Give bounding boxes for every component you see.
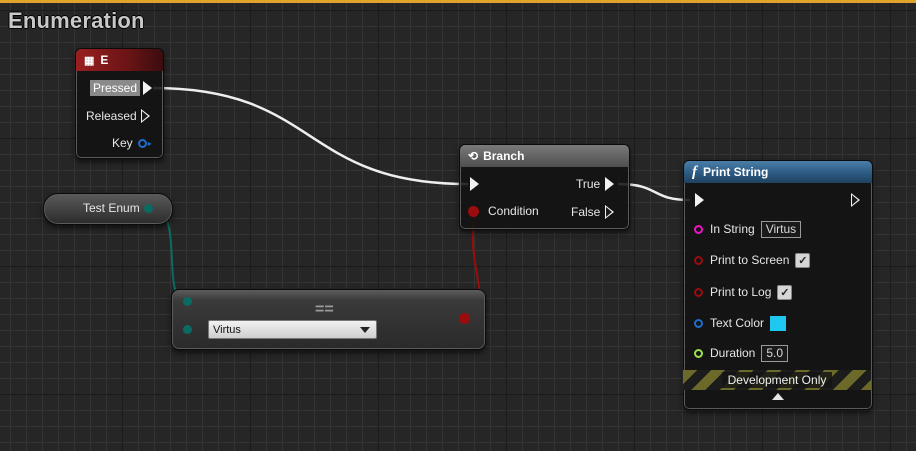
duration-pin[interactable] (694, 348, 703, 358)
print-exec-in-pin[interactable] (695, 193, 704, 207)
keyboard-icon: ▦ (84, 54, 95, 67)
released-pin-row[interactable]: Released (86, 107, 150, 125)
branch-header[interactable]: ⟲ Branch (460, 145, 629, 167)
branch-true-label: True (576, 177, 601, 191)
wire-pressed-to-branch[interactable] (152, 86, 469, 186)
equals-result-pin[interactable] (459, 313, 470, 324)
text-color-row[interactable]: Text Color (694, 314, 787, 332)
function-icon: f (692, 163, 697, 180)
branch-title: Branch (483, 149, 525, 163)
key-event-header[interactable]: ▦ E (76, 49, 163, 71)
dropdown-arrow-icon (360, 327, 370, 333)
print-to-log-checkbox[interactable]: ✓ (777, 284, 793, 300)
branch-condition-row[interactable]: Condition (468, 202, 539, 220)
development-only-label: Development Only (721, 372, 833, 388)
print-string-header[interactable]: f Print String (684, 161, 872, 183)
key-pin-arrow-icon: ▸ (147, 138, 152, 148)
in-string-pin[interactable] (694, 224, 703, 234)
enum-value-dropdown[interactable]: Virtus (208, 320, 377, 339)
enum-value-text: Virtus (213, 323, 241, 336)
in-string-row[interactable]: In String Virtus (694, 220, 802, 238)
duration-row[interactable]: Duration 5.0 (694, 344, 789, 362)
branch-condition-pin[interactable] (468, 205, 479, 217)
graph-top-bar (0, 0, 916, 3)
print-to-screen-checkbox[interactable]: ✓ (795, 252, 811, 268)
print-to-log-label: Print to Log (710, 285, 772, 299)
pressed-exec-pin[interactable] (143, 81, 153, 95)
released-exec-pin[interactable] (140, 109, 150, 123)
pressed-pin-row[interactable]: Pressed (90, 79, 153, 97)
released-label: Released (86, 109, 137, 123)
duration-input[interactable]: 5.0 (761, 344, 789, 362)
print-to-log-row[interactable]: Print to Log ✓ (694, 283, 793, 301)
equals-input-b-pin[interactable] (183, 325, 192, 334)
branch-icon: ⟲ (468, 149, 479, 163)
expand-arrow-icon[interactable] (772, 393, 784, 400)
print-string-title: Print String (703, 165, 769, 179)
branch-true-row[interactable]: True (576, 175, 615, 193)
branch-true-exec-pin[interactable] (605, 177, 615, 191)
branch-condition-label: Condition (488, 204, 539, 218)
key-event-title: E (100, 53, 109, 67)
test-enum-output-pin[interactable] (143, 203, 153, 213)
key-struct-pin[interactable] (137, 138, 147, 148)
test-enum-row[interactable]: Test Enum (83, 199, 153, 217)
print-to-screen-row[interactable]: Print to Screen ✓ (694, 251, 811, 269)
equals-input-a-pin[interactable] (183, 297, 192, 306)
branch-false-label: False (571, 205, 601, 219)
print-to-screen-label: Print to Screen (710, 253, 790, 267)
key-pin-row[interactable]: Key ▸ (112, 134, 152, 152)
key-label: Key (112, 136, 133, 150)
in-string-input[interactable]: Virtus (760, 220, 802, 238)
duration-label: Duration (710, 346, 756, 360)
development-only-banner: Development Only (683, 370, 871, 390)
print-to-log-pin[interactable] (694, 287, 703, 297)
text-color-label: Text Color (710, 316, 765, 330)
pressed-label: Pressed (90, 80, 141, 96)
branch-false-row[interactable]: False (571, 203, 615, 221)
text-color-pin[interactable] (694, 318, 703, 328)
equals-operator-label: == (315, 301, 334, 318)
branch-false-exec-pin[interactable] (605, 205, 615, 219)
print-to-screen-pin[interactable] (694, 255, 703, 265)
branch-exec-in-pin[interactable] (470, 177, 479, 191)
text-color-swatch[interactable] (770, 315, 787, 331)
in-string-label: In String (710, 222, 755, 236)
test-enum-label: Test Enum (83, 201, 140, 215)
print-exec-out-pin[interactable] (851, 193, 860, 207)
graph-title: Enumeration (8, 8, 145, 33)
